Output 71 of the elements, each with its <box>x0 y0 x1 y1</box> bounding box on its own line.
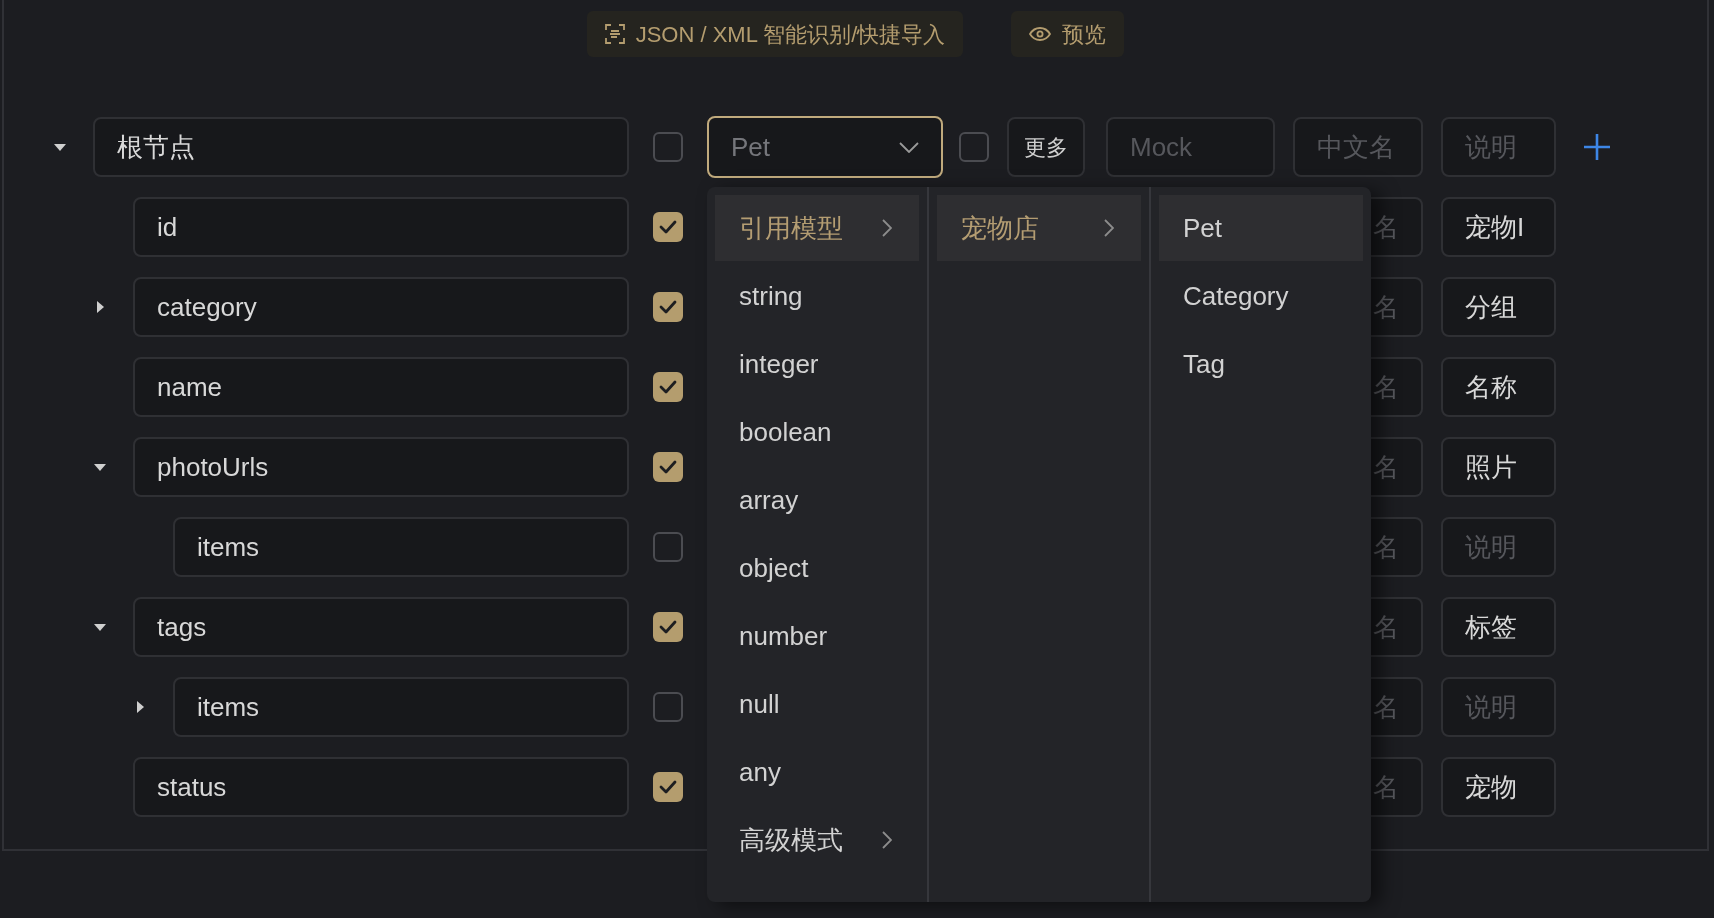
add-icon[interactable] <box>1584 134 1610 160</box>
caret-down-icon[interactable] <box>94 463 106 471</box>
title-field[interactable]: 名 <box>1371 517 1423 577</box>
menu-item[interactable]: string <box>715 263 919 329</box>
title-field[interactable]: 名 <box>1371 597 1423 657</box>
name-field[interactable]: category <box>133 277 629 337</box>
mock-field[interactable]: Mock <box>1106 117 1275 177</box>
menu-item[interactable]: boolean <box>715 399 919 465</box>
check-icon <box>659 300 677 314</box>
description-field[interactable]: 宠物I <box>1441 197 1556 257</box>
description-field[interactable]: 说明 <box>1441 677 1556 737</box>
import-button[interactable]: JSON / XML 智能识别/快捷导入 <box>586 11 964 57</box>
checkbox[interactable] <box>653 772 683 802</box>
title-field[interactable]: 名 <box>1371 677 1423 737</box>
checkbox[interactable] <box>653 692 683 722</box>
type-select[interactable]: Pet <box>707 116 943 178</box>
menu-item[interactable]: Category <box>1159 263 1363 329</box>
menu-item[interactable]: any <box>715 739 919 805</box>
title-field[interactable]: 名 <box>1371 197 1423 257</box>
caret-down-icon[interactable] <box>94 623 106 631</box>
scan-icon <box>604 24 625 44</box>
description-field[interactable]: 分组 <box>1441 277 1556 337</box>
checkbox[interactable] <box>653 612 683 642</box>
name-field[interactable]: 根节点 <box>93 117 629 177</box>
menu-item[interactable]: number <box>715 603 919 669</box>
name-field[interactable]: photoUrls <box>133 437 629 497</box>
name-field[interactable]: id <box>133 197 629 257</box>
checkbox[interactable] <box>959 132 989 162</box>
description-field[interactable]: 名称 <box>1441 357 1556 417</box>
description-field[interactable]: 说明 <box>1441 117 1556 177</box>
title-field[interactable]: 名 <box>1371 357 1423 417</box>
menu-item[interactable]: 引用模型 <box>715 195 919 261</box>
name-field[interactable]: items <box>173 517 629 577</box>
menu-item[interactable]: object <box>715 535 919 601</box>
caret-right-icon[interactable] <box>136 701 144 713</box>
checkbox[interactable] <box>653 452 683 482</box>
checkbox[interactable] <box>653 532 683 562</box>
check-icon <box>659 460 677 474</box>
menu-item[interactable]: 高级模式 <box>715 807 919 873</box>
more-button[interactable]: 更多 <box>1007 117 1085 177</box>
description-field[interactable]: 宠物 <box>1441 757 1556 817</box>
check-icon <box>659 780 677 794</box>
name-field[interactable]: items <box>173 677 629 737</box>
check-icon <box>659 380 677 394</box>
eye-icon <box>1029 27 1052 41</box>
preview-button[interactable]: 预览 <box>1011 11 1125 57</box>
check-icon <box>659 220 677 234</box>
menu-item[interactable]: integer <box>715 331 919 397</box>
description-field[interactable]: 照片 <box>1441 437 1556 497</box>
menu-item[interactable]: Pet <box>1159 195 1363 261</box>
chevron-down-icon <box>899 141 919 153</box>
checkbox[interactable] <box>653 292 683 322</box>
title-field[interactable]: 中文名 <box>1293 117 1423 177</box>
menu-item[interactable]: 宠物店 <box>937 195 1141 261</box>
name-field[interactable]: name <box>133 357 629 417</box>
name-field[interactable]: tags <box>133 597 629 657</box>
menu-item[interactable]: Tag <box>1159 331 1363 397</box>
checkbox[interactable] <box>653 132 683 162</box>
check-icon <box>659 620 677 634</box>
menu-item[interactable]: array <box>715 467 919 533</box>
title-field[interactable]: 名 <box>1371 757 1423 817</box>
menu-item[interactable]: null <box>715 671 919 737</box>
description-field[interactable]: 标签 <box>1441 597 1556 657</box>
caret-right-icon[interactable] <box>96 301 104 313</box>
caret-down-icon[interactable] <box>54 143 66 151</box>
title-field[interactable]: 名 <box>1371 437 1423 497</box>
checkbox[interactable] <box>653 372 683 402</box>
title-field[interactable]: 名 <box>1371 277 1423 337</box>
name-field[interactable]: status <box>133 757 629 817</box>
description-field[interactable]: 说明 <box>1441 517 1556 577</box>
checkbox[interactable] <box>653 212 683 242</box>
